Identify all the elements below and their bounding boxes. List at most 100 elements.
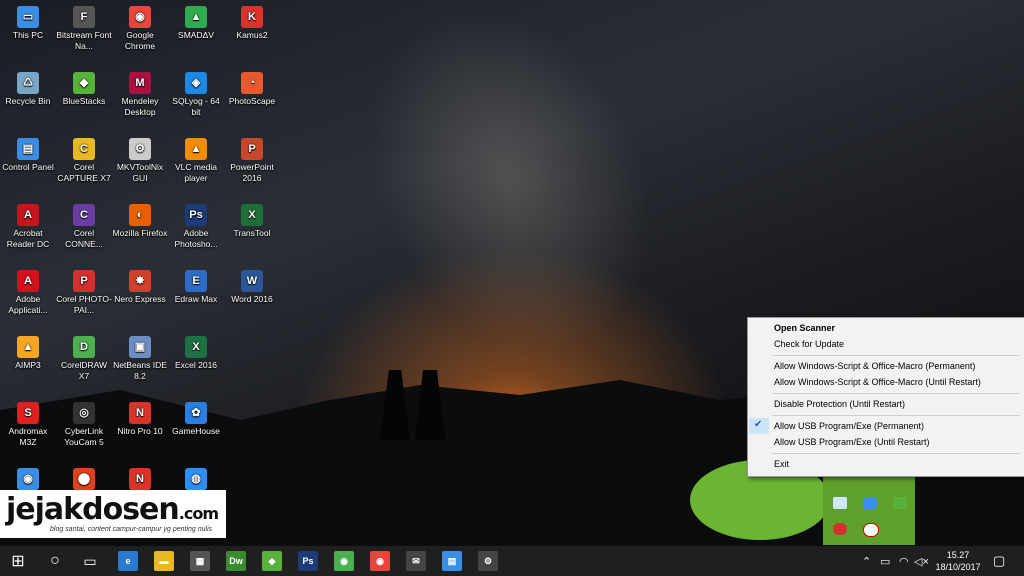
tray-overflow-icon-2[interactable] (863, 497, 877, 509)
desktop-icon-label: Nero Express (114, 294, 166, 304)
taskbar-edge-icon[interactable]: e (118, 551, 138, 571)
desktop-icon[interactable]: P Corel PHOTO-PAI... (56, 270, 112, 316)
desktop-icon-label: CyberLink YouCam 5 (64, 426, 104, 447)
desktop-icon-label: Nitro Pro 10 (117, 426, 163, 436)
desktop-icon[interactable]: W Word 2016 (224, 270, 280, 305)
desktop-icons: ▭ This PC ♺ Recycle Bin ▤ Control Panel A Acrob… (0, 0, 300, 540)
desktop-icon[interactable]: ⬤ (56, 468, 112, 492)
desktop-icon-label: Adobe Photosho... (174, 228, 218, 249)
volume-icon[interactable]: ◁× (914, 555, 929, 568)
desktop-icon[interactable]: ✿ GameHouse (168, 402, 224, 437)
notification-icon[interactable]: ▢ (993, 553, 1005, 569)
desktop-icon[interactable]: S Andromax M3Z (0, 402, 56, 448)
desktop-icon[interactable]: ◆ BlueStacks (56, 72, 112, 107)
desktop-app-icon: ◔ (241, 72, 263, 94)
taskbar-settings-icon[interactable]: ⚙ (478, 551, 498, 571)
menu-allow-usb-until-restart[interactable]: Allow USB Program/Exe (Until Restart) (774, 434, 1019, 450)
desktop-icon-label: TransTool (233, 228, 271, 238)
desktop-icon[interactable]: Ps Adobe Photosho... (168, 204, 224, 250)
desktop-icon[interactable]: ◎ CyberLink YouCam 5 (56, 402, 112, 448)
desktop-icon[interactable]: N (112, 468, 168, 492)
tray-chevron-icon[interactable]: ⌃ (862, 555, 871, 568)
menu-exit[interactable]: Exit (774, 456, 1019, 472)
taskbar-file-explorer-icon[interactable]: ▬ (154, 551, 174, 571)
desktop-app-icon: X (185, 336, 207, 358)
wifi-icon[interactable]: ◠ (899, 555, 909, 568)
desktop-icon[interactable]: ◉ (0, 468, 56, 492)
menu-check-update[interactable]: Check for Update (774, 336, 1019, 352)
taskbar-control-panel-icon[interactable]: ▤ (442, 551, 462, 571)
desktop-icon[interactable]: X TransTool (224, 204, 280, 239)
menu-disable-protection[interactable]: Disable Protection (Until Restart) (774, 396, 1019, 412)
desktop-icon[interactable]: ▲ AIMP3 (0, 336, 56, 371)
desktop-icon-label: This PC (12, 30, 44, 40)
task-view-button[interactable]: ▭ (72, 546, 108, 576)
desktop-app-icon: M (129, 72, 151, 94)
desktop-icon[interactable]: ✸ Nero Express (112, 270, 168, 305)
desktop-icon[interactable]: ◍ (168, 468, 224, 492)
desktop-icon[interactable]: F Bitstream Font Na... (56, 6, 112, 52)
desktop-icon-label: Adobe Applicati... (8, 294, 48, 315)
taskbar-photoshop-icon[interactable]: Ps (298, 551, 318, 571)
desktop-icon[interactable]: K Kamus2 (224, 6, 280, 41)
desktop-icon-label: AIMP3 (15, 360, 41, 370)
desktop-icon[interactable]: ▲ VLC media player (168, 138, 224, 184)
battery-icon[interactable]: ▭ (880, 555, 890, 568)
menu-allow-script-permanent[interactable]: Allow Windows-Script & Office-Macro (Per… (774, 358, 1019, 374)
desktop-icon[interactable]: ◔ PhotoScape (224, 72, 280, 107)
taskbar-mail-icon[interactable]: ✉ (406, 551, 426, 571)
taskbar-store-icon[interactable]: ▦ (190, 551, 210, 571)
desktop-icon-label: MKVToolNix GUI (116, 162, 164, 183)
menu-allow-script-until-restart[interactable]: Allow Windows-Script & Office-Macro (Unt… (774, 374, 1019, 390)
watermark-tagline: blog santai, content campur-campur yg pe… (50, 526, 213, 533)
taskbar-clock[interactable]: 15.27 18/10/2017 (932, 549, 984, 573)
desktop-app-icon: W (241, 270, 263, 292)
tray-overflow-icon-4[interactable] (833, 523, 847, 535)
search-button[interactable]: ○ (37, 546, 73, 576)
menu-separator (772, 393, 1020, 394)
taskbar-chrome-icon[interactable]: ◉ (370, 551, 390, 571)
desktop-app-icon: E (185, 270, 207, 292)
desktop-icon[interactable]: E Edraw Max (168, 270, 224, 305)
desktop-icon[interactable]: D CorelDRAW X7 (56, 336, 112, 382)
desktop-app-icon: ◉ (129, 6, 151, 28)
desktop-app-icon: ▲ (185, 6, 207, 28)
desktop-icon-label: Control Panel (2, 162, 54, 172)
desktop-app-icon: C (73, 204, 95, 226)
desktop-icon[interactable]: ▣ NetBeans IDE 8.2 (112, 336, 168, 382)
desktop-app-icon: ⬤ (73, 468, 95, 490)
desktop-app-icon: ◈ (185, 72, 207, 94)
tray-overflow-icon-3[interactable] (893, 497, 907, 509)
desktop-icon-label: SMADΔV (178, 30, 214, 40)
desktop-icon[interactable]: ♺ Recycle Bin (0, 72, 56, 107)
desktop-app-icon: ◍ (185, 468, 207, 490)
start-button[interactable]: ⊞ (0, 546, 36, 576)
desktop-icon[interactable]: P PowerPoint 2016 (224, 138, 280, 184)
desktop-icon[interactable]: C Corel CONNE... (56, 204, 112, 250)
menu-separator (772, 453, 1020, 454)
taskbar-dreamweaver-icon[interactable]: Dw (226, 551, 246, 571)
desktop-icon[interactable]: ▲ SMADΔV (168, 6, 224, 41)
desktop-icon[interactable]: N Nitro Pro 10 (112, 402, 168, 437)
desktop-icon-label: Bitstream Font Na... (56, 30, 112, 51)
desktop-icon[interactable]: C Corel CAPTURE X7 (56, 138, 112, 184)
menu-allow-usb-permanent[interactable]: Allow USB Program/Exe (Permanent) (774, 418, 1019, 434)
desktop-icon[interactable]: M Mendeley Desktop (112, 72, 168, 118)
desktop-icon[interactable]: ⚙ MKVToolNix GUI (112, 138, 168, 184)
tray-overflow-icon-5[interactable] (863, 523, 879, 537)
desktop-icon[interactable]: ◉ Google Chrome (112, 6, 168, 52)
tray-overflow-icon-1[interactable] (833, 497, 847, 509)
desktop-icon[interactable]: A Adobe Applicati... (0, 270, 56, 316)
menu-open-scanner[interactable]: Open Scanner (774, 320, 1019, 336)
taskbar-android-studio-icon[interactable]: ◉ (334, 551, 354, 571)
desktop-icon[interactable]: ▭ This PC (0, 6, 56, 41)
desktop-icon[interactable]: X Excel 2016 (168, 336, 224, 371)
menu-separator (772, 355, 1020, 356)
desktop-icon[interactable]: ◈ SQLyog - 64 bit (168, 72, 224, 118)
taskbar-bluestacks-icon[interactable]: ◆ (262, 551, 282, 571)
desktop-icon[interactable]: ▤ Control Panel (0, 138, 56, 173)
desktop-icon[interactable]: A Acrobat Reader DC (0, 204, 56, 250)
smadav-context-menu: Open Scanner Check for Update Allow Wind… (747, 317, 1024, 477)
desktop-icon-label: Corel CAPTURE X7 (57, 162, 111, 183)
desktop-icon[interactable]: ◐ Mozilla Firefox (112, 204, 168, 239)
